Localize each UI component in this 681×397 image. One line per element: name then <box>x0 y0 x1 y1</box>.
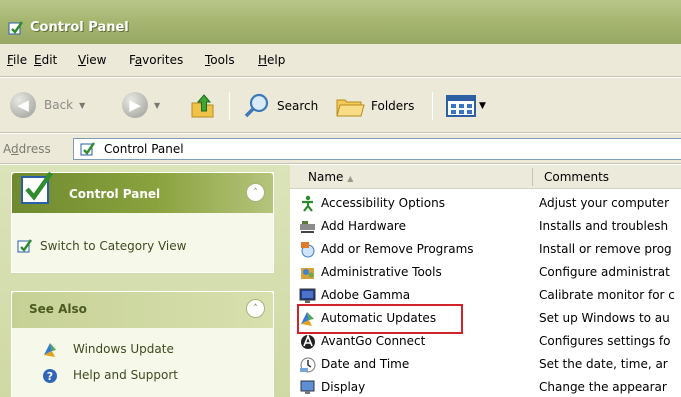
list-item[interactable]: Accessibility Options Adjust your comput… <box>290 192 681 215</box>
panel-title: Control Panel <box>69 187 161 201</box>
collapse-chevron-icon[interactable]: ˄ <box>246 183 265 202</box>
programs-icon <box>301 242 315 258</box>
adobe-gamma-icon <box>299 288 316 303</box>
menu-favorites[interactable]: Favorites <box>129 53 183 67</box>
title-bar: Control Panel <box>0 0 681 44</box>
folders-label: Folders <box>371 98 415 113</box>
see-also-header[interactable]: See Also ˄ <box>12 292 273 328</box>
item-comment: Installs and troublesh <box>539 219 669 233</box>
admin-tools-icon <box>301 268 314 279</box>
list-item[interactable]: Add or Remove Programs Install or remove… <box>290 238 681 261</box>
control-panel-box: Control Panel ˄ Switch to Category View <box>11 171 274 273</box>
control-panel-icon <box>8 21 23 35</box>
panel-title: See Also <box>29 302 87 316</box>
back-label: Back <box>44 98 74 112</box>
item-comment: Configures settings fo <box>539 334 671 348</box>
item-comment: Set the date, time, ar <box>539 357 668 371</box>
highlight-box <box>297 304 463 334</box>
item-comment: Adjust your computer <box>539 196 669 210</box>
item-comment: Calibrate monitor for c <box>539 288 675 302</box>
menu-help[interactable]: Help <box>258 53 285 67</box>
forward-arrow-icon: ▶ <box>122 92 148 118</box>
control-panel-icon <box>80 142 95 156</box>
search-button[interactable]: Search <box>244 92 318 119</box>
switch-category-view-link[interactable]: Switch to Category View <box>40 239 186 253</box>
task-pane: Control Panel ˄ Switch to Category View … <box>0 165 290 397</box>
control-panel-header[interactable]: Control Panel ˄ <box>12 171 273 213</box>
item-name: Date and Time <box>321 357 410 371</box>
display-icon <box>300 380 315 394</box>
menu-view[interactable]: View <box>78 53 106 67</box>
search-icon <box>244 93 269 118</box>
item-name: Accessibility Options <box>321 196 445 210</box>
items-list: Name ▲ Comments Accessibility Options Ad… <box>290 165 681 397</box>
item-comment: Configure administrat <box>539 265 670 279</box>
toolbar: ◀ Back ▼ ▶ ▼ Search Folders ▼ <box>0 78 681 133</box>
dropdown-arrow-icon: ▼ <box>479 101 486 111</box>
views-icon <box>446 95 476 117</box>
help-icon: ? <box>43 369 57 383</box>
collapse-chevron-icon[interactable]: ˄ <box>246 299 265 318</box>
address-value: Control Panel <box>104 142 184 156</box>
item-name: Display <box>321 380 366 394</box>
back-arrow-icon: ◀ <box>10 92 36 118</box>
windows-update-link[interactable]: Windows Update <box>73 342 174 356</box>
column-comments[interactable]: Comments <box>544 170 609 184</box>
menu-tools[interactable]: Tools <box>205 53 235 67</box>
accessibility-icon <box>302 195 313 212</box>
window-title: Control Panel <box>30 20 129 35</box>
item-name: Adobe Gamma <box>321 288 411 302</box>
control-panel-icon <box>17 239 32 253</box>
menu-file[interactable]: File <box>7 53 27 67</box>
clock-icon <box>300 357 316 373</box>
item-name: Administrative Tools <box>321 265 442 279</box>
menu-edit[interactable]: Edit <box>34 53 57 67</box>
address-field[interactable]: Control Panel <box>73 138 681 160</box>
forward-button[interactable]: ▶ ▼ <box>122 92 160 118</box>
search-label: Search <box>277 98 319 113</box>
hardware-icon <box>300 221 315 233</box>
dropdown-arrow-icon[interactable]: ▼ <box>79 101 85 110</box>
item-comment: Install or remove prog <box>539 242 672 256</box>
views-button[interactable]: ▼ <box>446 95 486 117</box>
list-item[interactable]: Add Hardware Installs and troublesh <box>290 215 681 238</box>
avantgo-icon <box>301 333 315 349</box>
svg-text:?: ? <box>47 370 53 383</box>
item-comment: Set up Windows to au <box>539 311 670 325</box>
back-button[interactable]: ◀ Back ▼ <box>10 92 85 118</box>
sort-ascending-icon: ▲ <box>347 174 354 183</box>
item-name: Add or Remove Programs <box>321 242 474 256</box>
list-item[interactable]: Display Change the appearar <box>290 376 681 397</box>
see-also-box: See Also ˄ Windows Update ? Help and Sup… <box>11 291 274 397</box>
item-name: AvantGo Connect <box>321 334 426 348</box>
list-item[interactable]: Administrative Tools Configure administr… <box>290 261 681 284</box>
folders-icon <box>336 99 365 117</box>
list-item[interactable]: Date and Time Set the date, time, ar <box>290 353 681 376</box>
item-name: Add Hardware <box>321 219 406 233</box>
up-folder-icon[interactable] <box>190 91 216 119</box>
address-label: Address <box>3 142 51 156</box>
menu-bar: File Edit View Favorites Tools Help <box>0 44 681 77</box>
address-bar: Address Control Panel <box>0 134 681 164</box>
item-comment: Change the appearar <box>539 380 667 394</box>
control-panel-large-icon <box>21 171 53 204</box>
help-support-link[interactable]: Help and Support <box>73 368 178 382</box>
column-header: Name ▲ Comments <box>290 165 681 189</box>
windows-update-icon <box>44 343 56 357</box>
column-name[interactable]: Name ▲ <box>308 170 353 184</box>
dropdown-arrow-icon[interactable]: ▼ <box>154 101 160 110</box>
folders-button[interactable]: Folders <box>335 92 414 119</box>
